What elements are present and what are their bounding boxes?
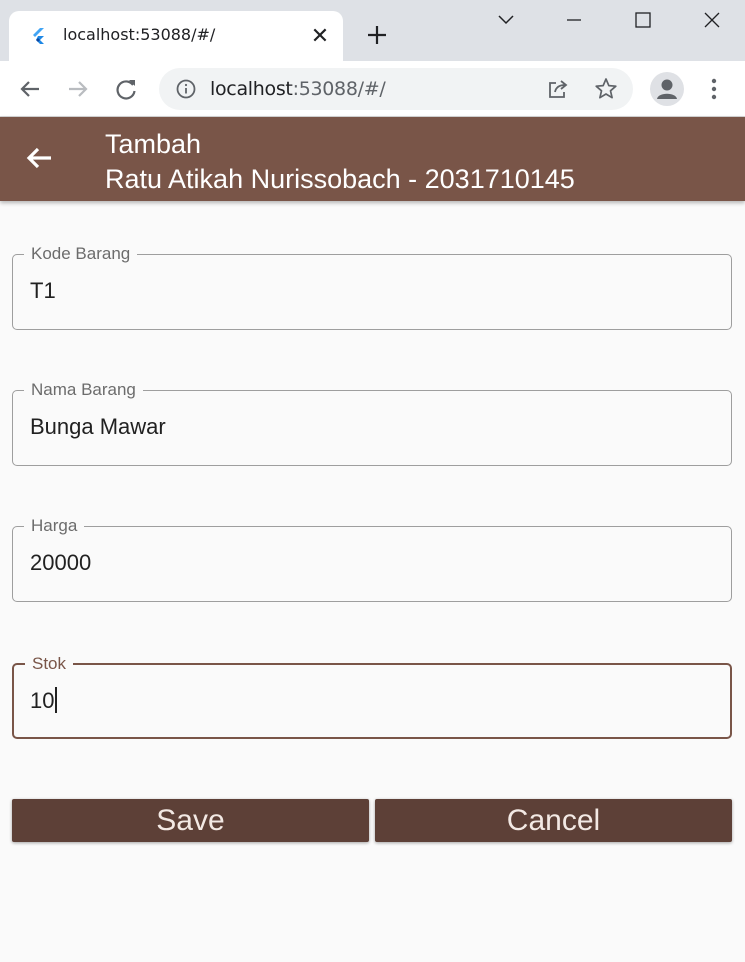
tab-title: localhost:53088/#/ (63, 25, 216, 44)
harga-input[interactable]: 20000 (30, 550, 710, 576)
maximize-icon[interactable] (625, 6, 661, 36)
harga-label: Harga (24, 515, 85, 537)
profile-avatar-icon[interactable] (650, 72, 684, 106)
minimize-icon[interactable] (556, 6, 592, 36)
browser-menu-icon[interactable] (702, 74, 726, 104)
nama-barang-label: Nama Barang (24, 379, 143, 401)
share-icon[interactable] (545, 76, 571, 102)
site-info-icon[interactable] (175, 78, 197, 100)
tab-close-icon[interactable]: ✕ (307, 23, 333, 49)
browser-tab[interactable]: localhost:53088/#/ ✕ (9, 11, 343, 61)
app-bar: Tambah Ratu Atikah Nurissobach - 2031710… (0, 117, 745, 201)
nama-barang-input[interactable]: Bunga Mawar (30, 414, 710, 440)
kode-barang-label: Kode Barang (24, 243, 138, 265)
reload-icon[interactable] (110, 73, 142, 105)
kode-barang-input[interactable]: T1 (30, 278, 710, 304)
flutter-logo-icon (33, 28, 44, 44)
cancel-button[interactable]: Cancel (375, 799, 732, 842)
browser-back-icon[interactable] (14, 73, 46, 105)
stok-field[interactable]: Stok 10 (12, 653, 732, 739)
arrow-back-icon[interactable] (22, 141, 56, 175)
nama-barang-field[interactable]: Nama Barang Bunga Mawar (12, 379, 732, 466)
page-title-line1: Tambah (105, 129, 202, 159)
kode-barang-field[interactable]: Kode Barang T1 (12, 243, 732, 330)
page-title-line2: Ratu Atikah Nurissobach - 2031710145 (105, 164, 575, 194)
new-tab-plus-icon[interactable] (360, 18, 394, 52)
stok-value: 10 (30, 688, 55, 713)
tab-search-chevron-icon[interactable] (488, 6, 524, 36)
text-cursor (55, 687, 58, 713)
bookmark-star-icon[interactable] (593, 76, 619, 102)
browser-tab-strip: localhost:53088/#/ ✕ (0, 0, 745, 61)
url-text: localhost:53088/#/ (210, 78, 386, 100)
stok-input[interactable]: 10 (30, 687, 710, 714)
browser-toolbar: localhost:53088/#/ (0, 61, 745, 117)
browser-forward-icon[interactable] (62, 73, 94, 105)
page-title: Tambah Ratu Atikah Nurissobach - 2031710… (105, 127, 575, 197)
harga-field[interactable]: Harga 20000 (12, 515, 732, 602)
stok-label: Stok (25, 653, 74, 675)
save-button[interactable]: Save (12, 799, 369, 842)
close-window-icon[interactable] (694, 6, 730, 36)
address-bar[interactable]: localhost:53088/#/ (159, 68, 633, 110)
